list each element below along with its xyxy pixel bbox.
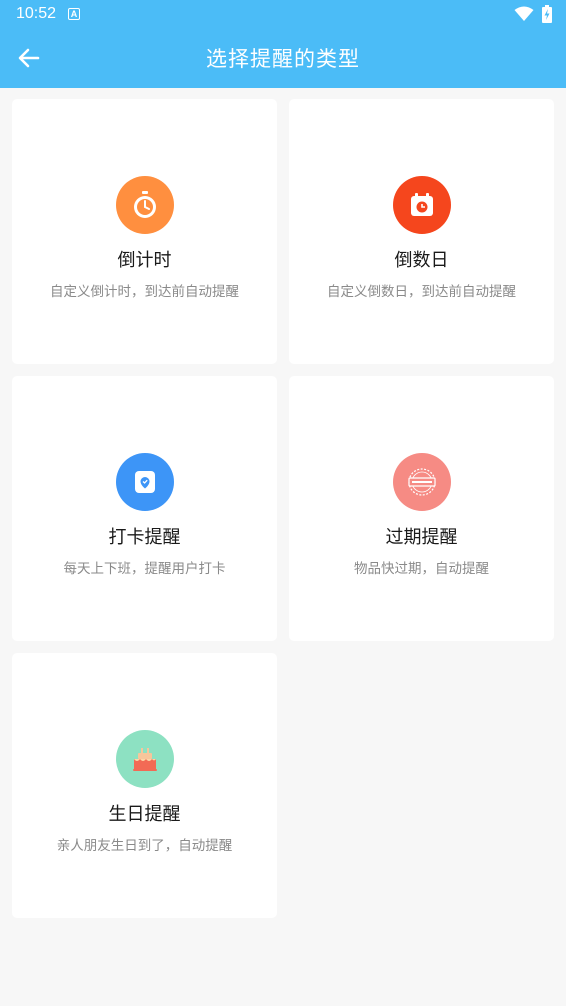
days-icon-circle [392,176,451,234]
card-birthday[interactable]: 生日提醒 亲人朋友生日到了，自动提醒 [12,653,277,918]
expired-stamp-icon [407,468,436,496]
checkin-icon-circle [115,453,174,511]
card-days-countdown[interactable]: 倒数日 自定义倒数日，到达前自动提醒 [289,99,554,364]
card-expiry[interactable]: 过期提醒 物品快过期，自动提醒 [289,376,554,641]
card-title: 倒数日 [394,250,449,271]
page-title: 选择提醒的类型 [206,47,360,71]
card-description: 自定义倒数日，到达前自动提醒 [327,284,516,300]
checkin-pin-icon [134,471,155,493]
arrow-left-icon[interactable] [16,45,42,71]
card-title: 打卡提醒 [108,527,181,548]
stopwatch-icon [133,191,156,218]
card-description: 物品快过期，自动提醒 [354,561,489,577]
app-bar: 选择提醒的类型 [0,28,566,88]
card-title: 倒计时 [117,250,172,271]
countdown-icon-circle [115,176,174,234]
card-description: 自定义倒计时，到达前自动提醒 [50,284,239,300]
card-description: 每天上下班，提醒用户打卡 [63,561,226,577]
reminder-type-grid: 倒计时 自定义倒计时，到达前自动提醒 倒数日 自定义倒数日，到达前自动提醒 打卡… [12,99,554,918]
status-time: 10:52 [16,5,57,22]
card-title: 过期提醒 [385,527,458,548]
wifi-icon [514,6,534,21]
calendar-clock-icon [410,193,433,216]
birthday-icon-circle [115,730,174,788]
card-description: 亲人朋友生日到了，自动提醒 [56,838,233,854]
status-bar: 10:52 A [0,0,566,28]
expiry-icon-circle [392,453,451,511]
notification-icon: A [68,8,81,20]
birthday-cake-icon [132,748,157,771]
card-countdown[interactable]: 倒计时 自定义倒计时，到达前自动提醒 [12,99,277,364]
battery-charging-icon [542,5,552,23]
card-checkin[interactable]: 打卡提醒 每天上下班，提醒用户打卡 [12,376,277,641]
card-title: 生日提醒 [108,804,181,825]
